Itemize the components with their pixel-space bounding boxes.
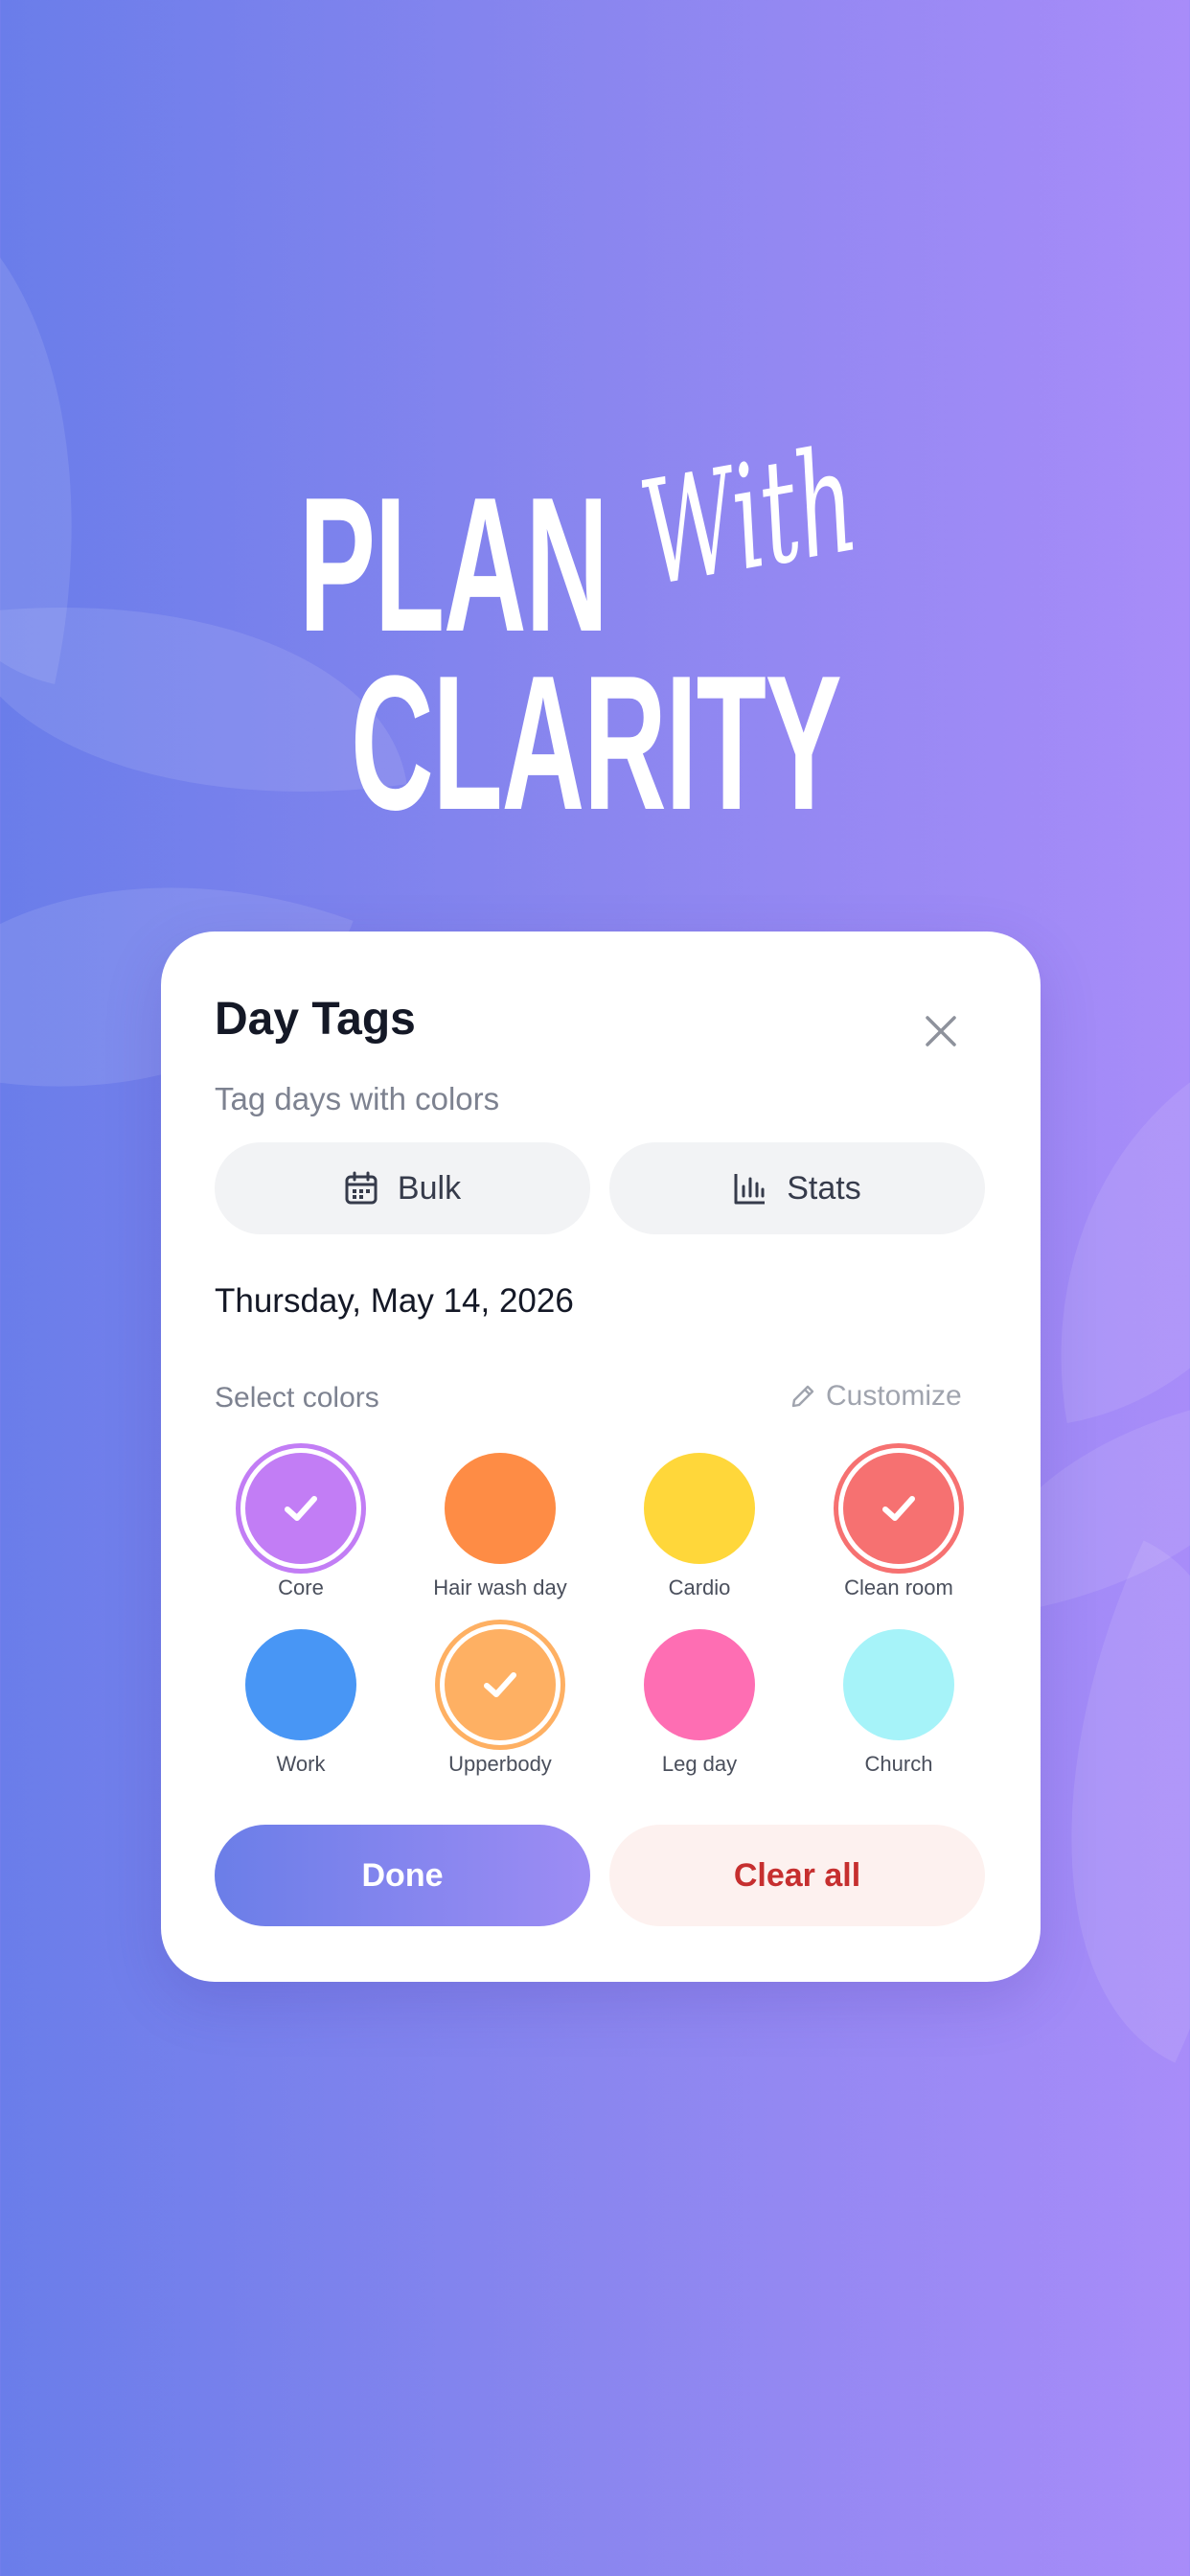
- modal-subtitle: Tag days with colors: [215, 1081, 500, 1116]
- tag-option[interactable]: Upperbody: [400, 1629, 600, 1802]
- tag-option[interactable]: Core: [201, 1453, 400, 1625]
- tag-label: Upperbody: [448, 1752, 552, 1776]
- color-swatch: [445, 1453, 556, 1564]
- checkmark-icon: [285, 1496, 317, 1521]
- color-swatch: [445, 1629, 556, 1740]
- tag-label: Work: [276, 1752, 326, 1776]
- pencil-icon: [791, 1385, 814, 1408]
- color-swatch: [843, 1453, 954, 1564]
- calendar-icon: [345, 1171, 378, 1205]
- customize-label: Customize: [826, 1380, 962, 1412]
- day-tags-modal: Day Tags Tag days with colors Bulk Stats…: [161, 932, 1041, 1982]
- done-button[interactable]: Done: [215, 1825, 590, 1926]
- modal-title: Day Tags: [215, 994, 416, 1045]
- bulk-button-label: Bulk: [397, 1169, 462, 1207]
- tag-label: Hair wash day: [433, 1576, 567, 1599]
- done-button-label: Done: [361, 1856, 444, 1894]
- tag-label: Core: [278, 1576, 324, 1599]
- color-swatch: [843, 1629, 954, 1740]
- tag-label: Leg day: [661, 1752, 738, 1776]
- clear-all-button-label: Clear all: [733, 1856, 861, 1894]
- tag-option[interactable]: Church: [799, 1629, 998, 1802]
- stats-button[interactable]: Stats: [609, 1142, 985, 1234]
- hero-word-clarity: CLARITY: [351, 636, 842, 850]
- tag-label: Cardio: [668, 1576, 731, 1599]
- tag-option[interactable]: Leg day: [600, 1629, 799, 1802]
- color-swatch: [644, 1453, 755, 1564]
- bulk-button[interactable]: Bulk: [215, 1142, 590, 1234]
- tag-option[interactable]: Hair wash day: [400, 1453, 600, 1625]
- customize-button[interactable]: Customize: [790, 1380, 962, 1413]
- tag-label: Church: [864, 1752, 933, 1776]
- hero-headline: PLAN With CLARITY: [0, 0, 1190, 862]
- color-swatch: [245, 1629, 356, 1740]
- tag-label: Clean room: [844, 1576, 953, 1599]
- color-swatch: [644, 1629, 755, 1740]
- checkmark-icon: [882, 1496, 915, 1521]
- selected-date: Thursday, May 14, 2026: [215, 1282, 574, 1320]
- close-icon: [926, 1016, 956, 1046]
- clear-all-button[interactable]: Clear all: [609, 1825, 985, 1926]
- close-button[interactable]: [914, 1004, 968, 1058]
- hero-word-plan: PLAN: [299, 458, 608, 672]
- color-swatch: [245, 1453, 356, 1564]
- hero-word-with: With: [629, 417, 868, 619]
- tag-option[interactable]: Clean room: [799, 1453, 998, 1625]
- select-colors-label: Select colors: [215, 1382, 379, 1414]
- tag-option[interactable]: Cardio: [600, 1453, 799, 1625]
- stats-button-label: Stats: [787, 1169, 861, 1207]
- checkmark-icon: [484, 1672, 516, 1697]
- bar-chart-icon: [734, 1174, 766, 1205]
- tag-option[interactable]: Work: [201, 1629, 400, 1802]
